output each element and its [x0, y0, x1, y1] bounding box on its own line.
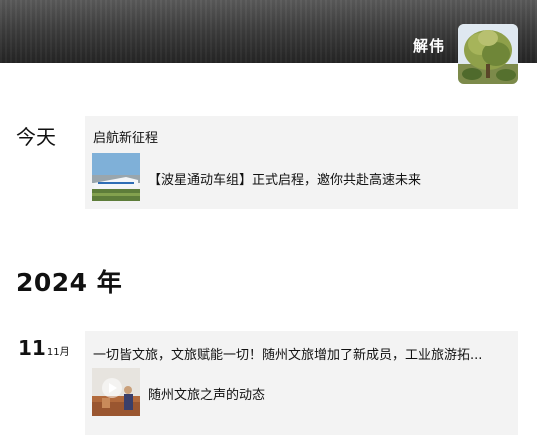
date-today: 今天: [16, 125, 56, 149]
cover-image[interactable]: [0, 0, 537, 63]
year-header: 2024 年: [16, 268, 123, 297]
tree-photo-avatar-icon: [458, 24, 518, 84]
moments-timeline-page: 解伟 今天 启航新征程 【波星通动车组】正式启程，邀你共赴高速未来 2024 年…: [0, 0, 537, 435]
date-day: 11: [18, 336, 46, 360]
link-thumbnail[interactable]: [92, 368, 140, 416]
profile-name[interactable]: 解伟: [413, 35, 445, 56]
date-nov-11: 1111月: [18, 336, 70, 360]
shared-link-title[interactable]: 随州文旅之声的动态: [148, 384, 265, 403]
post-card-today[interactable]: 启航新征程 【波星通动车组】正式启程，邀你共赴高速未来: [85, 116, 518, 209]
profile-avatar[interactable]: [458, 24, 518, 84]
shared-link-title[interactable]: 【波星通动车组】正式启程，邀你共赴高速未来: [148, 169, 421, 188]
video-person-icon: [92, 368, 140, 416]
post-text: 一切皆文旅，文旅赋能一切！随州文旅增加了新成员，工业旅游拓...: [93, 348, 483, 363]
post-text: 启航新征程: [93, 131, 159, 146]
high-speed-train-icon: [92, 153, 140, 201]
post-card-nov-11[interactable]: 一切皆文旅，文旅赋能一切！随州文旅增加了新成员，工业旅游拓... 随州文旅之声的…: [85, 331, 518, 435]
date-month: 11月: [46, 347, 70, 358]
link-thumbnail[interactable]: [92, 153, 140, 201]
